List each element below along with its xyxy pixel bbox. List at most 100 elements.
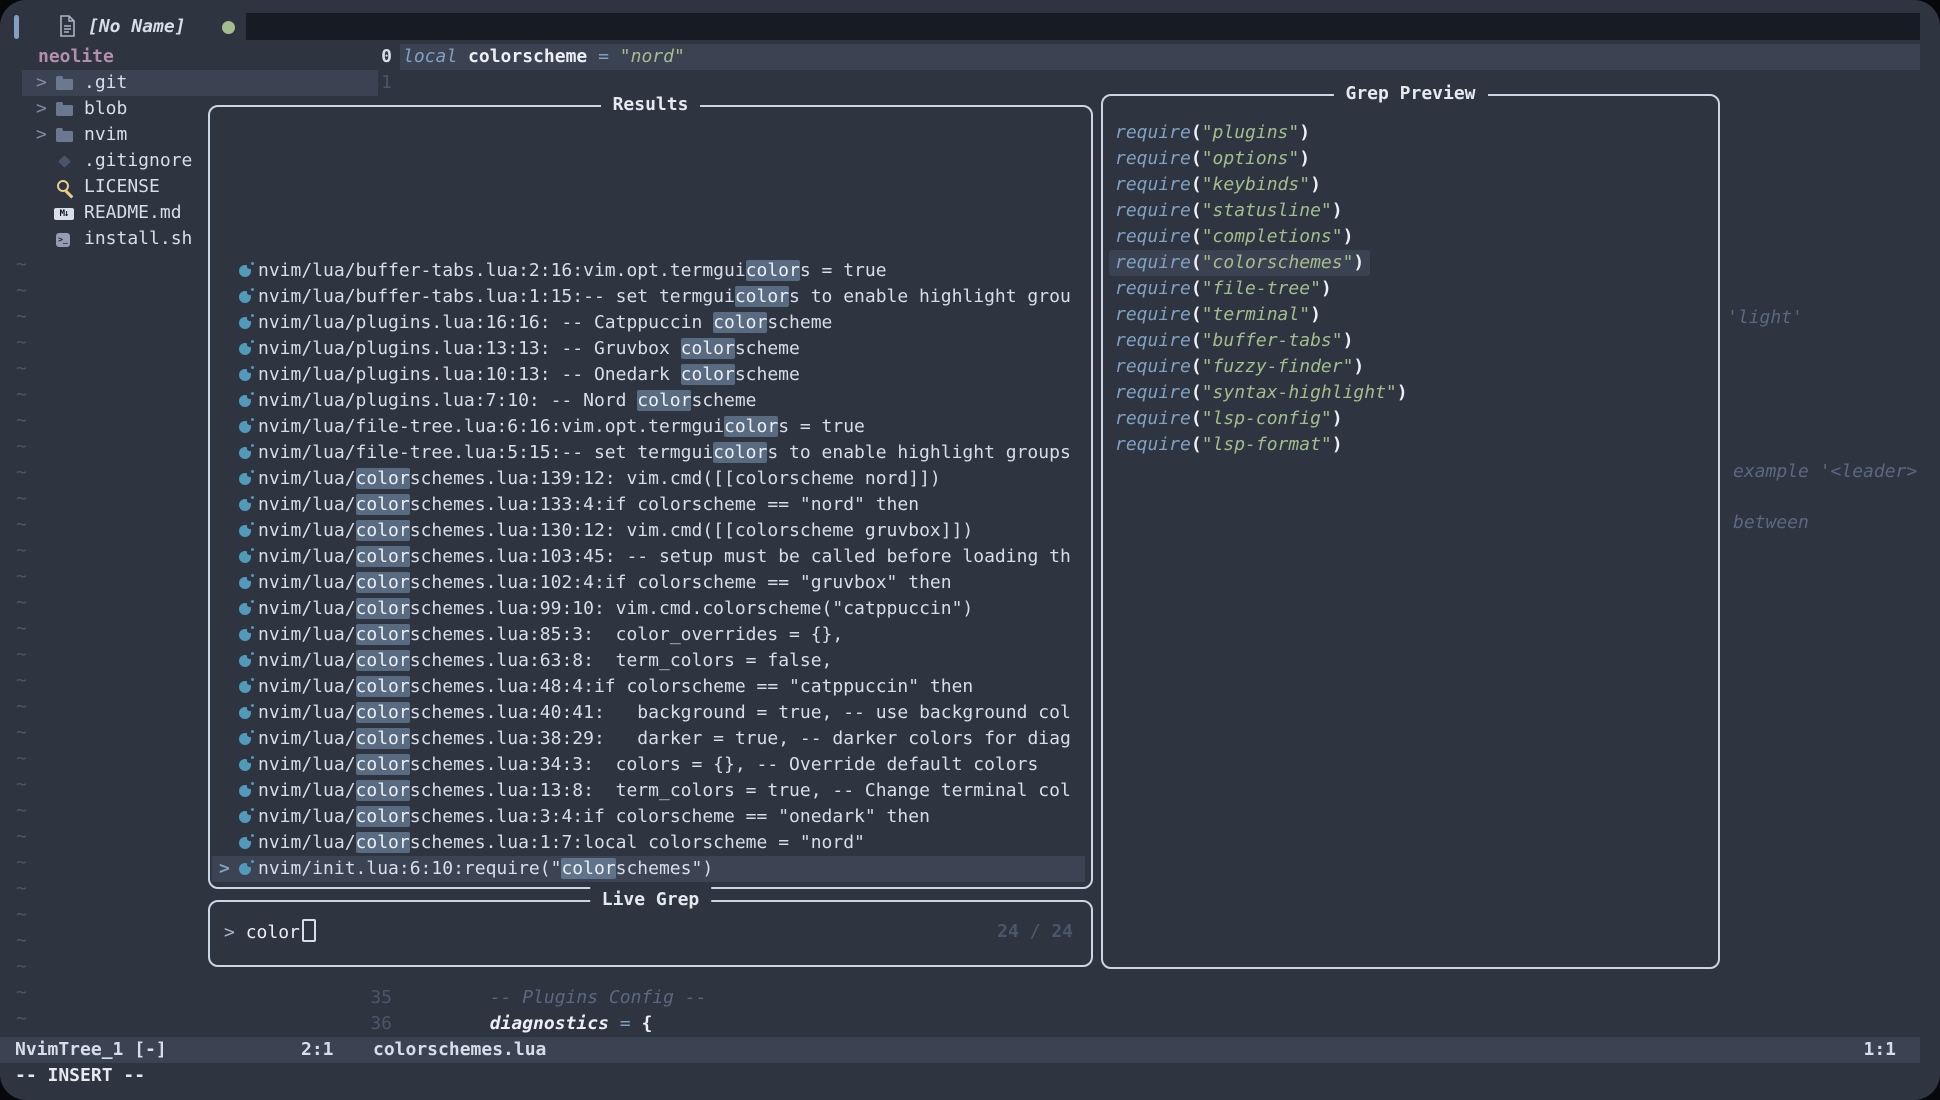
grep-result-row[interactable]: >nvim/lua/plugins.lua:13:13: -- Gruvbox … (212, 336, 1085, 362)
match-highlight: color (356, 676, 410, 697)
lua-icon (239, 837, 251, 849)
grep-result-row[interactable]: >nvim/init.lua:6:10:require("colorscheme… (212, 856, 1085, 882)
grep-result-row[interactable]: >nvim/lua/colorschemes.lua:130:12: vim.c… (212, 518, 1085, 544)
grep-result-row[interactable]: >nvim/lua/colorschemes.lua:139:12: vim.c… (212, 466, 1085, 492)
statusline-cursor-position: 2:1 (301, 1037, 334, 1063)
grep-result-row[interactable]: >nvim/lua/colorschemes.lua:38:29: darker… (212, 726, 1085, 752)
empty-line-tilde: ~ (16, 668, 27, 694)
grep-result-row[interactable]: >nvim/lua/colorschemes.lua:34:3: colors … (212, 752, 1085, 778)
result-text: nvim/lua/colorschemes.lua:63:8: term_col… (258, 648, 832, 674)
code-token: ) (1299, 122, 1310, 143)
selected-pointer-icon: > (219, 856, 230, 882)
code-token (403, 1013, 490, 1034)
chevron-right-icon[interactable]: > (36, 96, 47, 122)
code-token: "file-tree" (1202, 278, 1321, 299)
grep-result-row[interactable]: >nvim/lua/buffer-tabs.lua:1:15:-- set te… (212, 284, 1085, 310)
tree-item-.git[interactable]: >.git (0, 70, 380, 96)
result-text: nvim/lua/colorschemes.lua:99:10: vim.cmd… (258, 596, 973, 622)
match-highlight: color (681, 364, 735, 385)
lua-icon (239, 577, 251, 589)
code-token: require (1115, 278, 1191, 299)
empty-line-tilde: ~ (16, 564, 27, 590)
match-highlight: color (356, 832, 410, 853)
code-token: "nord" (620, 46, 685, 67)
lua-icon (239, 499, 251, 511)
code-token: require (1115, 330, 1191, 351)
code-token: "colorschemes" (1202, 252, 1354, 273)
grep-result-row[interactable]: >nvim/lua/colorschemes.lua:3:4:if colors… (212, 804, 1085, 830)
preview-code-line: require("buffer-tabs") (1109, 328, 1359, 354)
result-text: nvim/lua/colorschemes.lua:102:4:if color… (258, 570, 952, 596)
grep-result-row[interactable]: >nvim/lua/colorschemes.lua:1:7:local col… (212, 830, 1085, 856)
grep-result-row[interactable]: >nvim/lua/plugins.lua:16:16: -- Catppucc… (212, 310, 1085, 336)
empty-line-tilde: ~ (16, 902, 27, 928)
lua-icon (239, 447, 251, 459)
code-token: require (1115, 200, 1191, 221)
code-token (609, 1013, 620, 1034)
empty-line-tilde: ~ (16, 772, 27, 798)
chevron-right-icon[interactable]: > (36, 70, 47, 96)
grep-preview-window-title: Grep Preview (1333, 81, 1487, 107)
result-text: nvim/lua/plugins.lua:13:13: -- Gruvbox c… (258, 336, 800, 362)
grep-result-row[interactable]: >nvim/lua/colorschemes.lua:40:41: backgr… (212, 700, 1085, 726)
grep-result-row[interactable]: >nvim/lua/colorschemes.lua:85:3: color_o… (212, 622, 1085, 648)
empty-line-tilde: ~ (16, 720, 27, 746)
grep-result-row[interactable]: >nvim/lua/plugins.lua:7:10: -- Nord colo… (212, 388, 1085, 414)
code-token: ( (1191, 330, 1202, 351)
result-text: nvim/lua/colorschemes.lua:139:12: vim.cm… (258, 466, 941, 492)
grep-result-row[interactable]: >nvim/lua/colorschemes.lua:99:10: vim.cm… (212, 596, 1085, 622)
preview-code-line: require("fuzzy-finder") (1109, 354, 1370, 380)
grep-result-row[interactable]: >nvim/lua/colorschemes.lua:48:4:if color… (212, 674, 1085, 700)
match-highlight: color (713, 312, 767, 333)
chevron-right-icon[interactable]: > (36, 122, 47, 148)
grep-result-row[interactable]: >nvim/lua/colorschemes.lua:13:8: term_co… (212, 778, 1085, 804)
live-grep-input[interactable]: > color (224, 919, 316, 945)
result-text: nvim/lua/colorschemes.lua:1:7:local colo… (258, 830, 865, 856)
empty-line-tilde: ~ (16, 356, 27, 382)
code-token: ( (1191, 434, 1202, 455)
code-line[interactable]: local colorscheme = "nord" (403, 44, 685, 70)
code-line[interactable]: diagnostics = { (403, 1011, 652, 1037)
result-text: nvim/lua/colorschemes.lua:40:41: backgro… (258, 700, 1071, 726)
preview-code-line: require("lsp-config") (1109, 406, 1349, 432)
match-highlight: color (356, 754, 410, 775)
preview-code-line: require("plugins") (1109, 120, 1316, 146)
grep-result-row[interactable]: >nvim/lua/colorschemes.lua:103:45: -- se… (212, 544, 1085, 570)
grep-result-row[interactable]: >nvim/lua/file-tree.lua:5:15:-- set term… (212, 440, 1085, 466)
empty-line-tilde: ~ (16, 694, 27, 720)
live-grep-window-title: Live Grep (590, 887, 712, 913)
grep-result-row[interactable]: >nvim/lua/buffer-tabs.lua:2:16:vim.opt.t… (212, 258, 1085, 284)
code-line[interactable]: -- Plugins Config -- (403, 985, 706, 1011)
grep-result-row[interactable]: >nvim/lua/plugins.lua:10:13: -- Onedark … (212, 362, 1085, 388)
code-token: require (1115, 382, 1191, 403)
code-token: ) (1353, 356, 1364, 377)
empty-line-tilde: ~ (16, 304, 27, 330)
tree-root-name: neolite (38, 44, 114, 70)
result-text: nvim/lua/plugins.lua:16:16: -- Catppucci… (258, 310, 832, 336)
empty-line-tilde: ~ (16, 876, 27, 902)
result-text: nvim/lua/file-tree.lua:6:16:vim.opt.term… (258, 414, 865, 440)
code-token: ) (1343, 226, 1354, 247)
file-icon (58, 15, 76, 37)
empty-line-tilde: ~ (16, 616, 27, 642)
preview-code-line: require("keybinds") (1109, 172, 1327, 198)
lua-icon (239, 759, 251, 771)
line-number: 35 (356, 985, 392, 1011)
grep-result-row[interactable]: >nvim/lua/colorschemes.lua:63:8: term_co… (212, 648, 1085, 674)
empty-line-tilde: ~ (16, 512, 27, 538)
match-highlight: color (356, 546, 410, 567)
preview-code-line: require("completions") (1109, 224, 1359, 250)
grep-result-row[interactable]: >nvim/lua/file-tree.lua:6:16:vim.opt.ter… (212, 414, 1085, 440)
match-highlight: color (713, 442, 767, 463)
lua-icon (239, 629, 251, 641)
match-highlight: color (356, 780, 410, 801)
code-token: ( (1191, 278, 1202, 299)
folder-icon (56, 105, 73, 116)
result-text: nvim/lua/colorschemes.lua:48:4:if colors… (258, 674, 973, 700)
buffer-tab-title[interactable]: [No Name] (88, 14, 186, 40)
grep-result-row[interactable]: >nvim/lua/colorschemes.lua:102:4:if colo… (212, 570, 1085, 596)
grep-result-row[interactable]: >nvim/lua/colorschemes.lua:133:4:if colo… (212, 492, 1085, 518)
code-token: "keybinds" (1202, 174, 1310, 195)
folder-icon (56, 79, 73, 90)
code-token: require (1115, 356, 1191, 377)
